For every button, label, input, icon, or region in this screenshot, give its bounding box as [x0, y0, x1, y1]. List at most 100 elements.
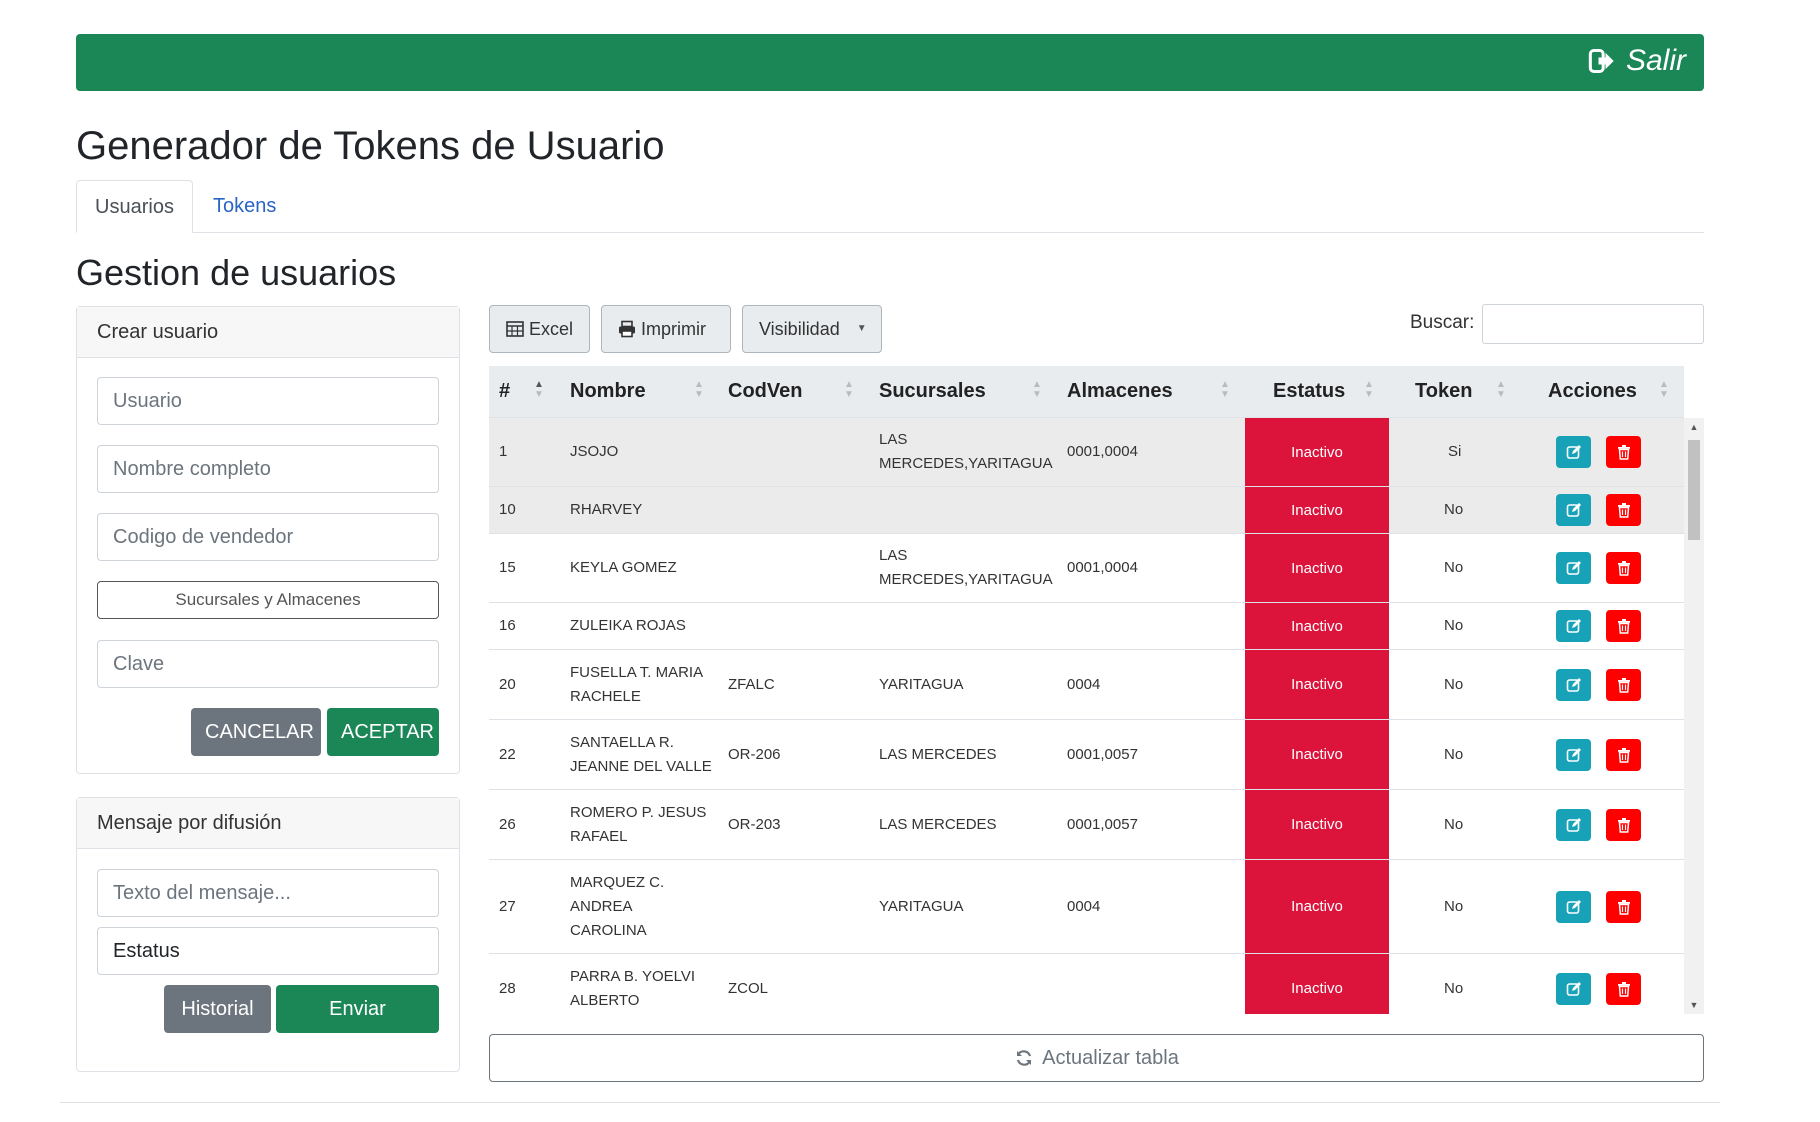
status-badge: Inactivo [1245, 954, 1389, 1014]
search-input[interactable] [1482, 304, 1704, 344]
delete-button[interactable] [1606, 890, 1641, 923]
trash-icon [1617, 981, 1630, 997]
cell-almacenes: 0001,0004 [1067, 559, 1138, 576]
cell-almacenes: 0001,0057 [1067, 815, 1138, 833]
cell-sucursales [879, 487, 1059, 533]
delete-button[interactable] [1606, 610, 1641, 642]
delete-button[interactable] [1606, 436, 1641, 468]
delete-button[interactable] [1606, 552, 1641, 584]
trash-icon [1617, 747, 1630, 763]
scroll-thumb[interactable] [1688, 440, 1700, 540]
edit-icon [1566, 619, 1581, 633]
cell-id: 26 [499, 815, 516, 833]
excel-button[interactable]: Excel [489, 305, 590, 353]
sort-icon[interactable]: ▲ ▼ [1032, 380, 1042, 400]
sort-icon[interactable]: ▲ ▼ [1364, 380, 1374, 400]
trash-icon [1617, 619, 1630, 634]
history-button[interactable]: Historial [164, 985, 271, 1033]
scroll-down-icon[interactable]: ▼ [1684, 1000, 1704, 1010]
tab-bar: Usuarios Tokens [76, 180, 1704, 233]
cell-codven: ZFALC [728, 675, 775, 693]
cell-token: No [1444, 897, 1464, 915]
table-row: 26 ROMERO P. JESUS RAFAEL OR-203 LAS MER… [489, 789, 1684, 859]
edit-button[interactable] [1556, 668, 1591, 701]
edit-icon [1566, 981, 1581, 996]
scroll-up-icon[interactable]: ▲ [1684, 422, 1704, 432]
send-message-button[interactable]: Enviar mensaje [276, 985, 439, 1068]
codigo-vendedor-input[interactable] [97, 513, 439, 561]
usuario-input[interactable] [97, 377, 439, 425]
col-codven[interactable]: CodVen [728, 366, 802, 417]
cancel-button[interactable]: CANCELAR [191, 708, 321, 756]
cell-nombre: ZULEIKA ROJAS [570, 617, 686, 634]
cell-nombre: SANTAELLA R. JEANNE DEL VALLE [570, 733, 712, 775]
nombre-completo-input[interactable] [97, 445, 439, 493]
sort-icon[interactable]: ▲ ▼ [844, 380, 854, 400]
edit-icon [1566, 503, 1581, 517]
edit-icon [1566, 445, 1581, 459]
col-almacenes[interactable]: Almacenes [1067, 366, 1173, 417]
delete-button[interactable] [1606, 668, 1641, 701]
edit-button[interactable] [1556, 494, 1591, 526]
status-badge: Inactivo [1245, 603, 1389, 649]
sort-icon[interactable]: ▲ ▼ [1659, 380, 1669, 400]
message-input[interactable] [97, 869, 439, 917]
col-sucursales[interactable]: Sucursales [879, 366, 986, 417]
col-nombre[interactable]: Nombre [570, 366, 646, 417]
cell-almacenes: 0001,0057 [1067, 745, 1138, 763]
cell-id: 22 [499, 745, 516, 763]
print-button[interactable]: Imprimir [601, 305, 731, 353]
cell-nombre: FUSELLA T. MARIA RACHELE [570, 663, 703, 705]
cell-token: No [1444, 979, 1464, 997]
table-header: # ▲ ▼ Nombre ▲ ▼ CodVen ▲ ▼ Sucursales ▲ ▼ A… [489, 366, 1684, 417]
delete-button[interactable] [1606, 738, 1641, 771]
sucursales-almacenes-button[interactable]: Sucursales y Almacenes [97, 581, 439, 619]
visibility-dropdown[interactable]: Visibilidad ▼ [742, 305, 882, 353]
table-row: 10 RHARVEY Inactivo No [489, 486, 1684, 533]
delete-button[interactable] [1606, 972, 1641, 1005]
table-row: 20 FUSELLA T. MARIA RACHELE ZFALC YARITA… [489, 649, 1684, 719]
col-token[interactable]: Token [1415, 366, 1472, 417]
edit-button[interactable] [1556, 552, 1591, 584]
status-select[interactable]: Estatus [97, 927, 439, 975]
logout-label: Salir [1625, 44, 1686, 77]
tab-usuarios[interactable]: Usuarios [76, 180, 193, 233]
edit-button[interactable] [1556, 808, 1591, 841]
table-row: 1 JSOJO LAS MERCEDES,YARITAGUA 0001,0004… [489, 417, 1684, 486]
cell-nombre: MARQUEZ C. ANDREA CAROLINA [570, 873, 665, 939]
accept-button[interactable]: ACEPTAR [327, 708, 439, 756]
cell-almacenes: 0004 [1067, 897, 1101, 915]
edit-button[interactable] [1556, 738, 1591, 771]
trash-icon [1617, 817, 1630, 833]
sort-icon[interactable]: ▲ ▼ [534, 380, 544, 400]
users-table: # ▲ ▼ Nombre ▲ ▼ CodVen ▲ ▼ Sucursales ▲ ▼ A… [489, 366, 1704, 1014]
delete-button[interactable] [1606, 494, 1641, 526]
sort-icon[interactable]: ▲ ▼ [1220, 380, 1230, 400]
sort-icon[interactable]: ▲ ▼ [694, 380, 704, 400]
table-row: 22 SANTAELLA R. JEANNE DEL VALLE OR-206 … [489, 719, 1684, 789]
cell-codven: OR-206 [728, 745, 781, 763]
excel-label: Excel [528, 319, 573, 339]
refresh-table-button[interactable]: Actualizar tabla [489, 1034, 1704, 1082]
col-estatus[interactable]: Estatus [1273, 366, 1345, 417]
cell-codven: ZCOL [728, 979, 769, 997]
trash-icon [1617, 503, 1630, 518]
cell-id: 20 [499, 675, 516, 693]
col-acciones[interactable]: Acciones [1548, 366, 1637, 417]
create-user-card: Crear usuario Sucursales y Almacenes CAN… [76, 306, 460, 774]
delete-button[interactable] [1606, 808, 1641, 841]
tab-tokens[interactable]: Tokens [193, 180, 296, 233]
edit-button[interactable] [1556, 610, 1591, 642]
sort-icon[interactable]: ▲ ▼ [1496, 380, 1506, 400]
col-id[interactable]: # [499, 366, 510, 417]
cell-token: No [1444, 501, 1464, 518]
cell-sucursales: LAS MERCEDES,YARITAGUA [879, 547, 1053, 588]
status-badge: Inactivo [1245, 534, 1389, 602]
table-scrollbar[interactable]: ▲ ▼ [1684, 418, 1704, 1014]
edit-button[interactable] [1556, 436, 1591, 468]
logout-button[interactable]: Salir [1588, 44, 1686, 78]
edit-button[interactable] [1556, 890, 1591, 923]
clave-input[interactable] [97, 640, 439, 688]
cell-almacenes: 0001,0004 [1067, 443, 1138, 460]
edit-button[interactable] [1556, 972, 1591, 1005]
